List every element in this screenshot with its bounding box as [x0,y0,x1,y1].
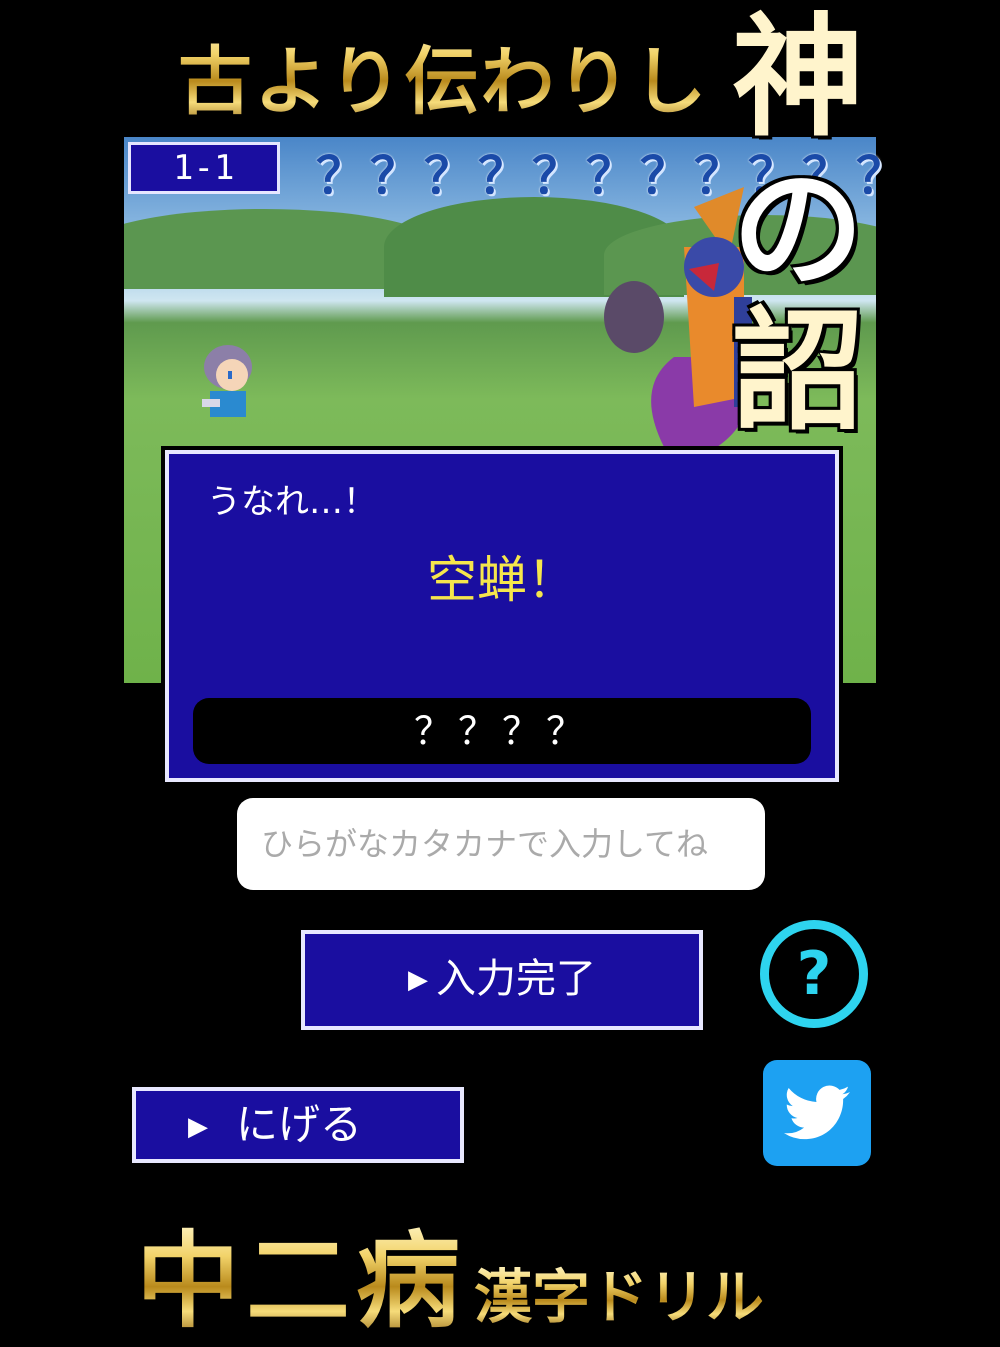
speaker-line: うなれ…！ [207,482,377,522]
brand-subtitle: 漢字ドリル [474,1263,765,1331]
run-away-button[interactable]: ▶ にげる [129,1084,467,1166]
hero-sprite [202,345,252,417]
answer-input[interactable] [237,798,765,890]
stage-label: 1-1 [128,142,280,194]
question-circle-icon[interactable]: ? [760,920,868,1028]
submit-button-label: 入力完了 [436,956,596,1002]
spell-kanji: 空蝉！ [427,551,577,609]
arrow-icon: ▶ [188,1112,208,1142]
promo-big-kanji-kami: 神 [732,0,864,155]
brand-main-title: 中二病 [136,1219,467,1342]
arrow-icon: ▶ [408,965,428,995]
help-button-label: ? [796,939,832,1009]
run-away-button-label: にげる [236,1100,363,1149]
brand-logo: 中二病 漢字ドリル [136,1196,764,1347]
twitter-share-button[interactable] [763,1060,871,1166]
promo-big-kanji-no: の [732,152,864,307]
submit-button[interactable]: ▶ 入力完了 [298,927,706,1033]
answer-mask-bar: ？？？？ [193,698,811,764]
promo-big-kanji-mikotonori: 詔 [732,294,864,449]
twitter-bird-icon [784,1085,850,1140]
promo-headline: 古より伝わりし [178,22,709,129]
message-window: うなれ…！ 空蝉！ ？？？？ [161,446,843,786]
